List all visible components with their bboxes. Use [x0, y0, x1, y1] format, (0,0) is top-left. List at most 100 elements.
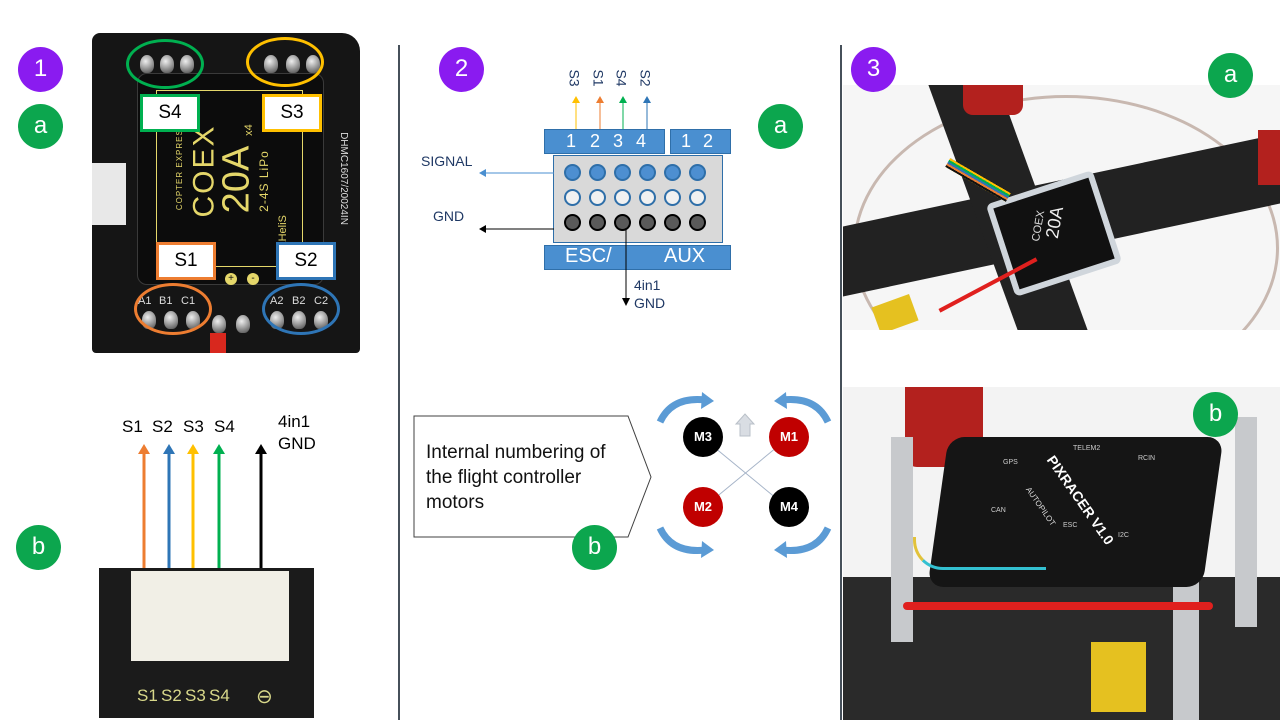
pinout-top-label-s2: S2: [637, 69, 654, 87]
pin-hole-sig-5: [664, 164, 681, 181]
esc-power-plus: +: [225, 273, 237, 285]
pad-plus: [212, 315, 226, 333]
pinout-esc-header: [544, 129, 665, 154]
pinout-signal-label: SIGNAL: [421, 153, 473, 169]
pinout-aux-pin-1: 1: [681, 131, 692, 151]
pinout-top-label-s1: S1: [590, 69, 607, 87]
drone-photo-esc-mounted: COEX 20A: [843, 85, 1280, 330]
motor-m2: M2: [683, 487, 723, 527]
pin-hole-pwr-6: [689, 189, 706, 206]
pinout-arrow-s2: [643, 96, 651, 130]
pinout-top-label-s3: S3: [566, 69, 583, 87]
ring-s1: [134, 283, 212, 335]
conn-silk-s2: S2: [161, 686, 182, 705]
pinout-top-label-s4: S4: [613, 69, 630, 87]
ring-s4: [126, 39, 204, 89]
fc-port-i2c: I2C: [1118, 532, 1129, 539]
power-wire: [210, 333, 226, 353]
arrow-s4: [213, 444, 225, 570]
rotation-arrow-m2: [656, 526, 714, 558]
conn-signal-label-s3: S3: [183, 417, 204, 436]
fc-xt60: [1091, 642, 1146, 712]
motor-label-s2: S2: [276, 242, 336, 280]
divider-right: [840, 45, 842, 720]
pinout-bottom-gnd-label-1: 4in1: [634, 277, 661, 293]
badge-3a: a: [1208, 53, 1253, 98]
pinout-gnd-label: GND: [433, 208, 465, 224]
pinout-aux-header: [670, 129, 731, 154]
connector-housing: [131, 571, 289, 661]
fc-power-wire: [903, 602, 1213, 610]
fc-signal-wires: [913, 537, 1046, 570]
pinout-esc-pin-4: 4: [636, 131, 647, 151]
esc-side-connector: [92, 163, 126, 225]
arrow-gnd: [255, 444, 267, 570]
step-badge-2: 2: [439, 47, 484, 92]
fc-port-telem2: TELEM2: [1073, 445, 1101, 452]
pin-hole-gnd-4: [639, 214, 656, 231]
motor-top: [963, 85, 1023, 115]
step-badge-3: 3: [851, 47, 896, 92]
arrow-s2: [163, 444, 175, 570]
badge-3b: b: [1193, 392, 1238, 437]
motor-diagram: [656, 392, 832, 558]
pinout-arrow-s1: [596, 96, 604, 130]
connector-arrows: [138, 444, 267, 570]
pinout-footer-esc: ESC/: [565, 245, 612, 267]
esc-rating: 20A: [215, 145, 258, 214]
esc-side-code: DHMC1607/20024IN: [337, 132, 349, 225]
pinout-esc-pin-3: 3: [613, 131, 624, 151]
pin-hole-pwr-3: [614, 189, 631, 206]
esc-brand-sub: COPTER EXPRESS: [175, 122, 185, 211]
divider-left: [398, 45, 400, 720]
standoff-3: [1235, 417, 1257, 627]
standoff-1: [891, 437, 913, 642]
motor-m3: M3: [683, 417, 723, 457]
pin-hole-pwr-2: [589, 189, 606, 206]
badge-1b: b: [16, 525, 61, 570]
fc-port-rcin: RCIN: [1138, 455, 1156, 462]
esc-rating-suffix: x4: [242, 124, 255, 136]
conn-signal-label-s1: S1: [122, 417, 143, 436]
pin-hole-gnd-2: [589, 214, 606, 231]
pin-hole-pwr-1: [564, 189, 581, 206]
ring-s3: [246, 37, 324, 87]
motor-label-s4: S4: [140, 94, 200, 132]
rotation-arrow-m4: [774, 526, 832, 558]
motor-label-s1: S1: [156, 242, 216, 280]
esc-battery: 2-4S LiPo: [256, 150, 271, 212]
pin-hole-gnd-6: [689, 214, 706, 231]
pinout-esc-pin-1: 1: [566, 131, 577, 151]
fc-port-gps: GPS: [1003, 459, 1018, 466]
pin-hole-pwr-5: [664, 189, 681, 206]
arrow-s1: [138, 444, 150, 570]
pin-hole-pwr-4: [639, 189, 656, 206]
pinout-aux-pin-2: 2: [703, 131, 714, 151]
pinout-arrow-s4: [619, 96, 627, 130]
pinout-arrow-s3: [572, 96, 580, 130]
esc-power-minus: -: [247, 273, 259, 285]
pinout-top-arrows: [572, 96, 651, 130]
conn-signal-label-s2: S2: [152, 417, 173, 436]
pin-hole-sig-6: [689, 164, 706, 181]
motor-m4: M4: [769, 487, 809, 527]
conn-silk-s3: S3: [185, 686, 206, 705]
pinout-bottom-gnd-arrow: [622, 228, 630, 306]
badge-2a: a: [758, 104, 803, 149]
badge-1a: a: [18, 104, 63, 149]
callout-text: Internal numbering of the flight control…: [426, 442, 606, 513]
arrow-s3: [187, 444, 199, 570]
pin-hole-sig-1: [564, 164, 581, 181]
pad-minus: [236, 315, 250, 333]
conn-silk-s1: S1: [137, 686, 158, 705]
conn-silk-s4: S4: [209, 686, 230, 705]
pinout-bottom-gnd-label-2: GND: [634, 295, 666, 311]
pinout-side-arrows: [479, 169, 554, 233]
signal-arrow: [479, 169, 554, 177]
fc-port-esc: ESC: [1063, 522, 1078, 529]
pin-hole-gnd-1: [564, 214, 581, 231]
badge-2b: b: [572, 525, 617, 570]
conn-silk-minus: ⊖: [256, 686, 273, 708]
step-badge-1: 1: [18, 47, 63, 92]
gnd-arrow: [479, 225, 554, 233]
